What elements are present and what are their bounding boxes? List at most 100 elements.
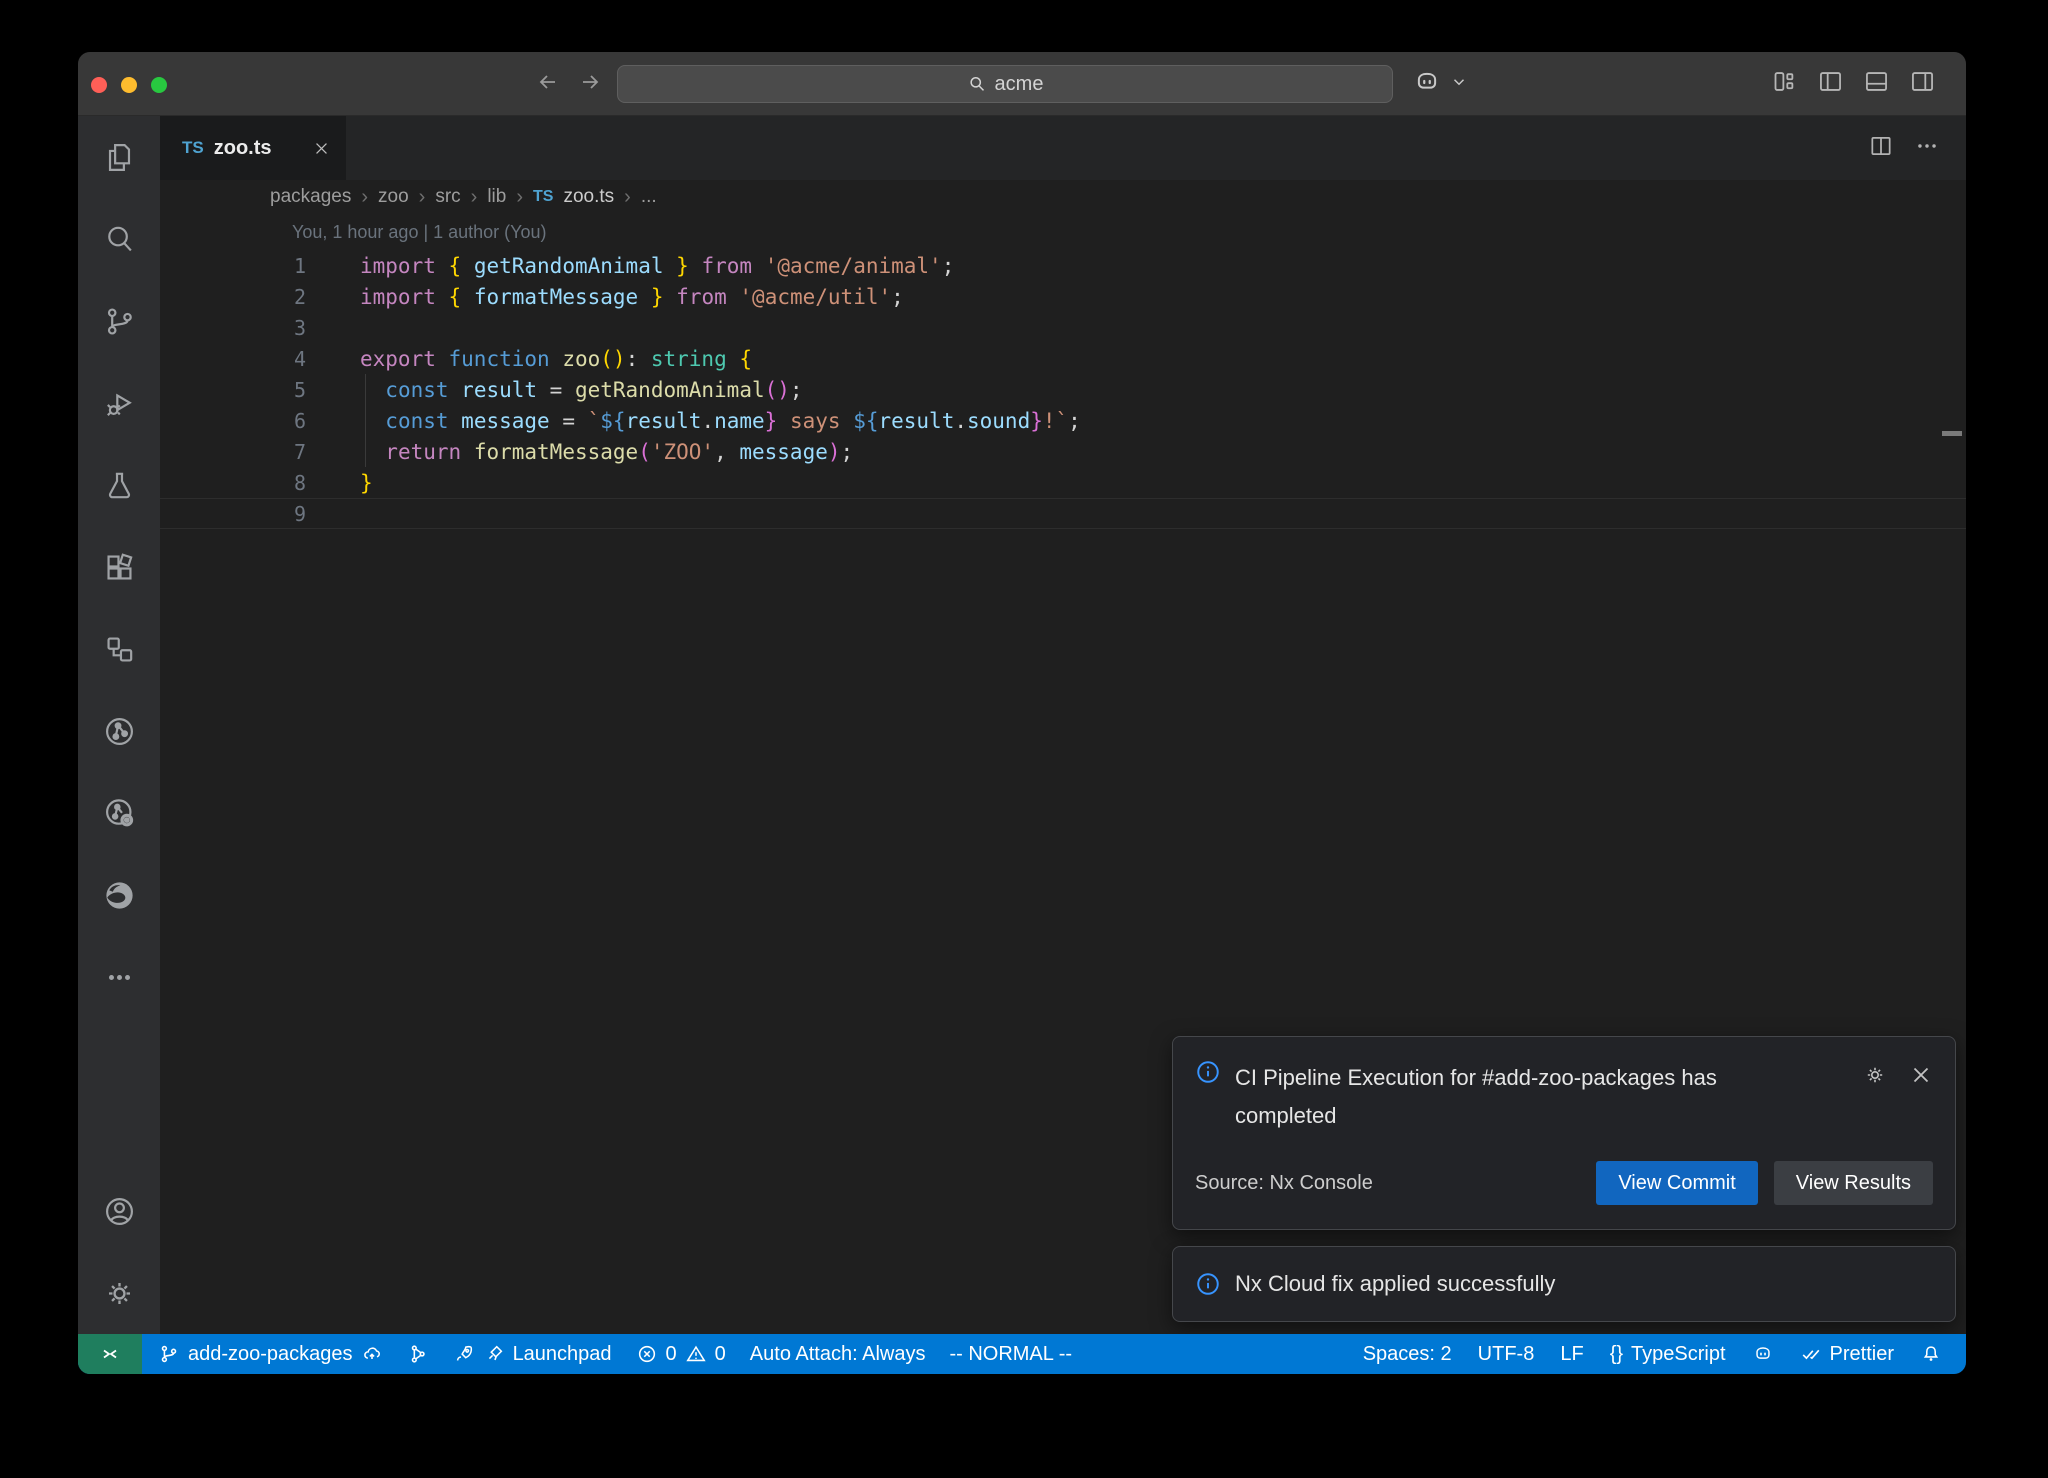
remote-indicator[interactable] [78, 1334, 142, 1374]
line-number[interactable]: 2 [160, 285, 306, 309]
breadcrumb-separator: › [516, 186, 523, 209]
info-icon [1195, 1059, 1221, 1085]
command-center-search[interactable]: acme [617, 65, 1393, 103]
code-line: 7 return formatMessage('ZOO', message); [160, 436, 1966, 467]
toggle-secondary-sidebar-icon[interactable] [1909, 68, 1936, 100]
code-line: 1import { getRandomAnimal } from '@acme/… [160, 250, 1966, 281]
notification-close-icon[interactable] [1909, 1063, 1933, 1092]
breadcrumb-symbol-more[interactable]: ... [641, 186, 657, 208]
code-line: 9 [160, 498, 1966, 529]
breadcrumb-item[interactable]: zoo [378, 186, 409, 208]
breadcrumb: packages›zoo›src›lib›TSzoo.ts›... [160, 180, 1966, 214]
breadcrumb-item[interactable]: src [435, 186, 460, 208]
source-control-icon[interactable] [78, 280, 160, 362]
line-number[interactable]: 9 [160, 502, 306, 526]
branch-status-item[interactable]: add-zoo-packages [158, 1343, 383, 1366]
status-bar: add-zoo-packages Launchpad 0 0 Auto Atta… [78, 1334, 1966, 1374]
warning-count: 0 [715, 1343, 726, 1366]
breadcrumb-item[interactable]: packages [270, 186, 351, 208]
search-value: acme [995, 73, 1044, 96]
close-window-button[interactable] [91, 77, 107, 93]
line-number[interactable]: 3 [160, 316, 306, 340]
toggle-primary-sidebar-icon[interactable] [1817, 68, 1844, 100]
problems-status-item[interactable]: 0 0 [636, 1343, 726, 1366]
git-graph-icon [407, 1343, 429, 1365]
back-icon[interactable] [536, 70, 560, 99]
errors-icon [636, 1343, 658, 1365]
code-line: 3 [160, 312, 1966, 343]
eol-status-item[interactable]: LF [1560, 1343, 1583, 1366]
code-line: 6 const message = `${result.name} says $… [160, 405, 1966, 436]
line-number[interactable]: 1 [160, 254, 306, 278]
testing-icon[interactable] [78, 444, 160, 526]
overview-ruler-mark [1942, 431, 1962, 436]
split-editor-icon[interactable] [1868, 133, 1894, 164]
tab-label: zoo.ts [214, 137, 272, 160]
vim-mode-status-item[interactable]: -- NORMAL -- [949, 1343, 1072, 1366]
search-icon [967, 74, 987, 94]
settings-gear-icon[interactable] [78, 1252, 160, 1334]
traffic-lights [91, 77, 167, 93]
language-status-item[interactable]: {} TypeScript [1610, 1343, 1726, 1366]
copilot-status-item[interactable] [1752, 1343, 1774, 1365]
launchpad-label: Launchpad [513, 1343, 612, 1366]
notification-cloud-fix: Nx Cloud fix applied successfully [1172, 1246, 1956, 1322]
run-debug-icon[interactable] [78, 362, 160, 444]
indentation-status-item[interactable]: Spaces: 2 [1363, 1343, 1452, 1366]
warnings-icon [685, 1343, 707, 1365]
customize-layout-icon[interactable] [1771, 68, 1798, 100]
typescript-file-icon: TS [533, 188, 553, 206]
explorer-icon[interactable] [78, 116, 160, 198]
formatter-status-item[interactable]: Prettier [1800, 1343, 1894, 1366]
line-number[interactable]: 7 [160, 440, 306, 464]
forward-icon[interactable] [578, 70, 602, 99]
encoding-status-item[interactable]: UTF-8 [1478, 1343, 1535, 1366]
editor-more-actions-icon[interactable] [1914, 133, 1940, 164]
notification-message: Nx Cloud fix applied successfully [1235, 1271, 1555, 1297]
code-line: 4export function zoo(): string { [160, 343, 1966, 374]
line-number[interactable]: 6 [160, 409, 306, 433]
auto-attach-status-item[interactable]: Auto Attach: Always [750, 1343, 926, 1366]
view-commit-button[interactable]: View Commit [1596, 1161, 1757, 1205]
double-check-icon [1800, 1343, 1822, 1365]
error-count: 0 [666, 1343, 677, 1366]
nx-console-icon[interactable] [78, 608, 160, 690]
account-icon[interactable] [78, 1170, 160, 1252]
notification-center: CI Pipeline Execution for #add-zoo-packa… [1172, 1036, 1956, 1322]
code-lines: 1import { getRandomAnimal } from '@acme/… [160, 250, 1966, 529]
edge-browser-icon[interactable] [78, 854, 160, 936]
copilot-icon[interactable] [1412, 67, 1442, 102]
breadcrumb-separator: › [419, 186, 426, 209]
notification-settings-icon[interactable] [1863, 1063, 1887, 1092]
editor-tabs: TS zoo.ts [160, 116, 1966, 180]
extensions-icon[interactable] [78, 526, 160, 608]
line-number[interactable]: 4 [160, 347, 306, 371]
tab-zoo-ts[interactable]: TS zoo.ts [160, 116, 346, 180]
more-views-icon[interactable] [78, 936, 160, 1018]
notifications-bell-item[interactable] [1920, 1343, 1942, 1365]
info-icon [1195, 1271, 1221, 1297]
code-line: 8} [160, 467, 1966, 498]
nx-cloud-icon[interactable] [78, 772, 160, 854]
minimize-window-button[interactable] [121, 77, 137, 93]
line-number[interactable]: 8 [160, 471, 306, 495]
formatter-label: Prettier [1830, 1343, 1894, 1366]
gitlens-blame-annotation: You, 1 hour ago | 1 author (You) [292, 222, 547, 243]
brackets-glyph: {} [1610, 1343, 1623, 1366]
line-number[interactable]: 5 [160, 378, 306, 402]
zoom-window-button[interactable] [151, 77, 167, 93]
toggle-panel-icon[interactable] [1863, 68, 1890, 100]
breadcrumb-item[interactable]: lib [487, 186, 506, 208]
source-control-graph-item[interactable] [407, 1343, 429, 1365]
nx-graph-icon[interactable] [78, 690, 160, 772]
chevron-down-icon[interactable] [1450, 73, 1468, 96]
launchpad-status-item[interactable]: Launchpad [453, 1343, 612, 1366]
tab-close-icon[interactable] [313, 140, 330, 157]
search-sidebar-icon[interactable] [78, 198, 160, 280]
typescript-file-icon: TS [182, 138, 204, 158]
publish-cloud-icon [361, 1343, 383, 1365]
breadcrumb-file[interactable]: zoo.ts [563, 186, 614, 208]
bell-icon [1920, 1343, 1942, 1365]
view-results-button[interactable]: View Results [1774, 1161, 1933, 1205]
remote-icon [98, 1342, 122, 1366]
